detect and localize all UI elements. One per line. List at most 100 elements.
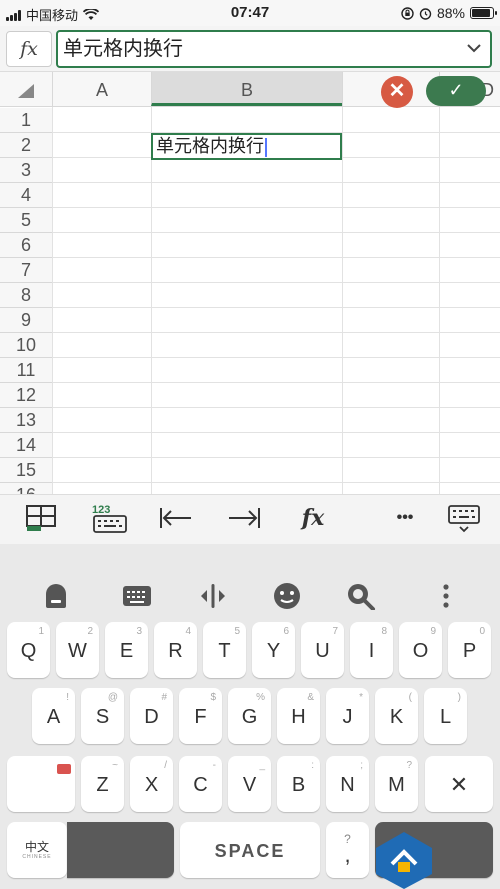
key-u[interactable]: 7U bbox=[301, 622, 344, 678]
key-p[interactable]: 0P bbox=[448, 622, 491, 678]
key-label: M bbox=[388, 774, 405, 796]
key-label: S bbox=[95, 706, 110, 728]
row-gridline bbox=[52, 482, 500, 483]
function-button[interactable]: fx bbox=[6, 31, 52, 67]
move-left-button[interactable] bbox=[158, 503, 194, 537]
insert-function-button[interactable]: fx bbox=[296, 503, 330, 537]
key-v[interactable]: _ V bbox=[228, 756, 271, 812]
key-m[interactable]: ? M bbox=[375, 756, 418, 812]
row-header[interactable]: 7 bbox=[0, 258, 52, 283]
key-alt-label: % bbox=[256, 692, 265, 703]
row-header[interactable]: 2 bbox=[0, 133, 52, 158]
row-header[interactable]: 6 bbox=[0, 233, 52, 258]
row-header[interactable]: 15 bbox=[0, 458, 52, 483]
cancel-edit-button[interactable]: ✕ bbox=[381, 76, 413, 108]
key-i[interactable]: 8I bbox=[350, 622, 393, 678]
key-g[interactable]: % G bbox=[228, 688, 271, 744]
key-alt-label: ) bbox=[457, 692, 461, 703]
row-header[interactable]: 16 bbox=[0, 483, 52, 494]
row-header[interactable]: 9 bbox=[0, 308, 52, 333]
more-button[interactable]: ••• bbox=[388, 503, 422, 537]
formula-input[interactable]: 单元格内换行 bbox=[56, 30, 492, 68]
column-header-b[interactable]: B bbox=[151, 72, 342, 106]
row-header[interactable]: 13 bbox=[0, 408, 52, 433]
punctuation-key[interactable]: ? , bbox=[326, 822, 369, 878]
row-header[interactable]: 11 bbox=[0, 358, 52, 383]
space-key[interactable]: SPACE bbox=[180, 822, 320, 878]
key-k[interactable]: (K bbox=[375, 688, 418, 744]
column-header-a[interactable]: A bbox=[52, 72, 151, 106]
globe-key[interactable] bbox=[67, 822, 174, 878]
row-gridline bbox=[52, 407, 500, 408]
key-r[interactable]: 4R bbox=[154, 622, 197, 678]
arrow-to-start-icon bbox=[160, 508, 191, 528]
key-n[interactable]: ; N bbox=[326, 756, 369, 812]
row-header[interactable]: 14 bbox=[0, 433, 52, 458]
shift-key[interactable] bbox=[7, 756, 75, 812]
key-alt-label: 1 bbox=[38, 626, 44, 637]
key-label: Z bbox=[96, 774, 109, 796]
spreadsheet-grid[interactable]: 12345678910111213141516 单元格内换行 bbox=[0, 107, 500, 494]
key-alt-label: 2 bbox=[87, 626, 93, 637]
row-header[interactable]: 4 bbox=[0, 183, 52, 208]
row-gridline bbox=[52, 332, 500, 333]
key-f[interactable]: $ F bbox=[179, 688, 222, 744]
cursor-move-icon bbox=[201, 584, 225, 608]
key-j[interactable]: * J bbox=[326, 688, 369, 744]
row-header[interactable]: 8 bbox=[0, 283, 52, 308]
cursor-control-button[interactable] bbox=[198, 582, 228, 610]
search-button[interactable] bbox=[346, 582, 376, 611]
row-header[interactable]: 1 bbox=[0, 108, 52, 133]
cell-format-button[interactable] bbox=[24, 503, 58, 537]
key-c[interactable]: -C bbox=[179, 756, 222, 812]
emoji-button[interactable] bbox=[272, 582, 302, 610]
active-cell-value: 单元格内换行 bbox=[156, 136, 264, 156]
row-header[interactable]: 5 bbox=[0, 208, 52, 233]
chevron-down-icon[interactable] bbox=[466, 32, 482, 77]
key-y[interactable]: 6Y bbox=[252, 622, 295, 678]
key-alt-label: 5 bbox=[234, 626, 240, 637]
text-caret bbox=[265, 137, 267, 157]
move-right-button[interactable] bbox=[226, 503, 262, 537]
formula-value: 单元格内换行 bbox=[63, 38, 183, 60]
keyboard-menu-button[interactable] bbox=[436, 582, 466, 610]
key-label: O bbox=[412, 640, 429, 662]
row-header[interactable]: 12 bbox=[0, 383, 52, 408]
key-q[interactable]: 1Q bbox=[7, 622, 50, 678]
keyboard-hide-icon bbox=[448, 505, 480, 533]
key-h[interactable]: & H bbox=[277, 688, 320, 744]
key-t[interactable]: 5T bbox=[203, 622, 246, 678]
key-alt-label: @ bbox=[107, 692, 118, 703]
edit-toolbar: 123 fx ••• bbox=[0, 494, 500, 544]
key-label: N bbox=[340, 774, 355, 796]
language-switch-key[interactable]: 中文 CHINESE bbox=[7, 822, 67, 878]
clipboard-button[interactable] bbox=[42, 582, 72, 610]
delete-icon: ✕ bbox=[449, 772, 469, 797]
row-header[interactable]: 3 bbox=[0, 158, 52, 183]
keyboard-switch-button[interactable] bbox=[122, 582, 152, 610]
key-alt-label: : bbox=[311, 760, 314, 771]
hide-keyboard-button[interactable] bbox=[446, 503, 482, 537]
numeric-keyboard-button[interactable]: 123 bbox=[92, 503, 128, 537]
key-z[interactable]: ~ Z bbox=[81, 756, 124, 812]
key-b[interactable]: :B bbox=[277, 756, 320, 812]
key-a[interactable]: ! A bbox=[32, 688, 75, 744]
key-d[interactable]: # D bbox=[130, 688, 173, 744]
confirm-edit-button[interactable]: ✓ bbox=[426, 76, 486, 106]
key-label: Y bbox=[266, 640, 281, 662]
key-w[interactable]: 2W bbox=[56, 622, 99, 678]
key-l[interactable]: ) L bbox=[424, 688, 467, 744]
alarm-icon bbox=[419, 7, 432, 20]
key-o[interactable]: 9O bbox=[399, 622, 442, 678]
active-cell[interactable]: 单元格内换行 bbox=[151, 133, 342, 160]
key-alt-label: # bbox=[161, 692, 167, 703]
key-alt-label: $ bbox=[210, 692, 216, 703]
row-header[interactable]: 10 bbox=[0, 333, 52, 358]
key-label: U bbox=[315, 640, 330, 662]
key-s[interactable]: @ S bbox=[81, 688, 124, 744]
key-e[interactable]: 3E bbox=[105, 622, 148, 678]
select-all-icon[interactable] bbox=[18, 84, 34, 98]
delete-key[interactable]: ✕ bbox=[425, 756, 493, 812]
formula-bar: fx 单元格内换行 bbox=[0, 26, 500, 72]
key-x[interactable]: / X bbox=[130, 756, 173, 812]
